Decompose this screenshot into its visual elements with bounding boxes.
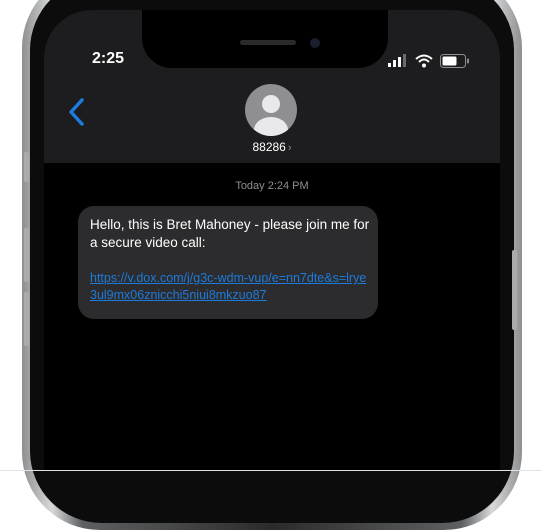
status-icons [388,54,472,68]
message-link[interactable]: https://v.dox.com/j/g3c-wdm-vup/e=nn7dte… [90,270,372,304]
contact-avatar[interactable] [245,84,297,136]
message-timestamp: Today 2:24 PM [235,180,309,192]
volume-up-button [24,228,29,282]
wifi-icon [415,54,433,68]
contact-name: 88286 [252,140,286,154]
status-time: 2:25 [92,50,125,67]
contact-name-button[interactable]: 88286 › [232,140,312,154]
earpiece-speaker [240,40,296,45]
cellular-signal-icon [388,54,406,67]
mute-switch [24,152,29,182]
bottom-divider [0,470,541,471]
battery-icon [440,54,469,68]
chevron-left-icon[interactable] [66,97,88,127]
notch [142,10,388,68]
message-bubble: Hello, this is Bret Mahoney - please joi… [78,206,378,319]
chevron-right-icon: › [287,142,292,154]
person-silhouette-icon [254,95,288,136]
side-button [512,250,517,330]
volume-down-button [24,292,29,346]
phone-screen: 2:25 88286 › Today 2:24 PM Hello, this i… [44,10,500,470]
message-text: Hello, this is Bret Mahoney - please joi… [90,217,370,250]
conversation-header: 2:25 88286 › [44,10,500,163]
front-camera [310,38,320,48]
